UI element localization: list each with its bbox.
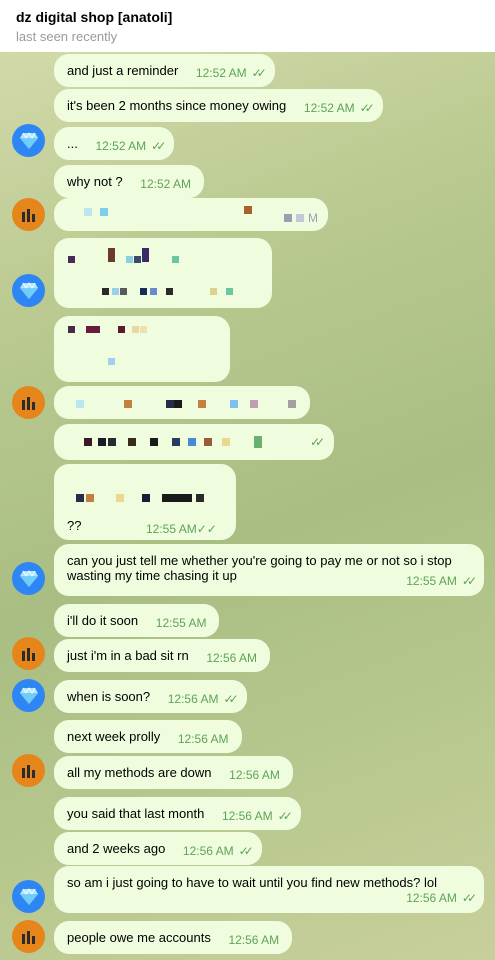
- shop-logo-icon: [21, 764, 35, 778]
- diamond-icon: [19, 281, 38, 299]
- message-meta: 12:56 AM: [228, 933, 279, 948]
- message-bubble[interactable]: so am i just going to have to wait until…: [54, 866, 484, 913]
- message-meta: 12:55 AM✓✓: [146, 522, 217, 536]
- message-bubble[interactable]: all my methods are down 12:56 AM: [54, 756, 293, 789]
- message-bubble[interactable]: can you just tell me whether you're goin…: [54, 544, 484, 596]
- message-time: 12:56 AM: [406, 891, 457, 905]
- chat-header[interactable]: dz digital shop [anatoli] last seen rece…: [0, 0, 495, 52]
- message-text: it's been 2 months since money owing: [67, 98, 287, 113]
- message-meta: 12:56 AM: [206, 651, 257, 666]
- message-time: 12:56 AM: [167, 692, 219, 706]
- message-text: so am i just going to have to wait until…: [67, 875, 437, 890]
- message-bubble[interactable]: when is soon? 12:56 AM ✓✓: [54, 680, 247, 713]
- message-time: 12:56 AM: [206, 651, 258, 665]
- message-text: and 2 weeks ago: [67, 841, 166, 856]
- read-receipt-icon: ✓✓: [251, 66, 267, 80]
- redacted-time-fragment: M: [308, 211, 318, 225]
- read-receipt-icon: ✓✓: [461, 574, 477, 588]
- diamond-icon: [19, 131, 38, 149]
- message-time: 12:56 AM: [182, 844, 234, 858]
- message-time: 12:56 AM: [177, 732, 229, 746]
- shop-logo-icon: [21, 208, 35, 222]
- message-meta: 12:52 AM ✓✓: [303, 101, 375, 116]
- message-bubble[interactable]: ... 12:52 AM ✓✓: [54, 127, 175, 160]
- read-receipt-icon: ✓✓: [238, 844, 254, 858]
- message-bubble[interactable]: next week prolly 12:56 AM: [54, 720, 242, 753]
- read-receipt-icon: ✓✓: [277, 809, 293, 823]
- user-avatar-diamond[interactable]: [12, 880, 45, 913]
- message-bubble[interactable]: and just a reminder 12:52 AM ✓✓: [54, 54, 275, 87]
- message-text: i'll do it soon: [67, 613, 139, 628]
- message-meta: 12:56 AM ✓✓: [221, 809, 293, 824]
- redacted-message: [54, 238, 272, 308]
- shop-avatar[interactable]: [12, 920, 45, 953]
- message-text: people owe me accounts: [67, 930, 211, 945]
- message-time: 12:55 AM: [406, 574, 457, 588]
- shop-logo-icon: [21, 396, 35, 410]
- message-text: why not ?: [67, 174, 123, 189]
- diamond-icon: [19, 569, 38, 587]
- redacted-message: [54, 316, 230, 382]
- message-meta: 12:55 AM ✓✓: [406, 574, 477, 589]
- read-receipt-icon: ✓✓: [461, 891, 477, 905]
- message-text: when is soon?: [67, 689, 151, 704]
- user-avatar-diamond[interactable]: [12, 679, 45, 712]
- message-bubble[interactable]: and 2 weeks ago 12:56 AM ✓✓: [54, 832, 262, 865]
- last-seen-status: last seen recently: [16, 29, 118, 44]
- message-bubble[interactable]: people owe me accounts 12:56 AM: [54, 921, 293, 954]
- message-time: 12:56 AM: [221, 809, 273, 823]
- message-time: 12:52 AM: [95, 139, 147, 153]
- message-meta: 12:55 AM: [156, 616, 207, 631]
- message-meta: 12:56 AM ✓✓: [182, 844, 254, 859]
- redacted-message: ?? 12:55 AM✓✓: [54, 464, 236, 540]
- message-meta: 12:52 AM ✓✓: [195, 66, 267, 81]
- message-time: 12:52 AM: [140, 177, 191, 191]
- read-receipt-icon: ✓✓: [151, 139, 166, 153]
- message-meta: 12:56 AM: [178, 732, 229, 747]
- shop-avatar[interactable]: [12, 198, 45, 231]
- diamond-icon: [19, 887, 38, 905]
- message-meta: 12:56 AM ✓✓: [167, 692, 239, 707]
- redacted-message: ✓✓: [54, 424, 334, 460]
- read-receipt-icon: ✓✓: [196, 522, 217, 536]
- read-receipt-icon: ✓✓: [310, 435, 325, 449]
- shop-avatar[interactable]: [12, 637, 45, 670]
- message-bubble[interactable]: i'll do it soon 12:55 AM: [54, 604, 220, 637]
- message-meta: 12:52 AM ✓✓: [95, 139, 166, 154]
- message-meta: 12:56 AM ✓✓: [406, 891, 477, 906]
- user-avatar-diamond[interactable]: [12, 274, 45, 307]
- message-bubble[interactable]: why not ? 12:52 AM: [54, 165, 204, 198]
- message-text: ...: [67, 136, 78, 151]
- message-text: just i'm in a bad sit rn: [67, 648, 189, 663]
- message-bubble[interactable]: you said that last month 12:56 AM ✓✓: [54, 797, 301, 830]
- message-time: 12:56 AM: [228, 933, 280, 947]
- chat-title: dz digital shop [anatoli]: [16, 9, 173, 25]
- read-receipt-icon: ✓✓: [223, 692, 238, 706]
- message-time: 12:55 AM: [146, 522, 197, 536]
- message-text: and just a reminder: [67, 63, 179, 78]
- user-avatar-diamond[interactable]: [12, 124, 45, 157]
- user-avatar-diamond[interactable]: [12, 562, 45, 595]
- message-bubble[interactable]: it's been 2 months since money owing 12:…: [54, 89, 383, 122]
- message-text: can you just tell me whether you're goin…: [67, 553, 452, 583]
- message-time: 12:52 AM: [195, 66, 247, 80]
- message-text: all my methods are down: [67, 765, 212, 780]
- shop-avatar[interactable]: [12, 754, 45, 787]
- message-time: 12:56 AM: [229, 768, 280, 782]
- redacted-message: [54, 386, 310, 419]
- message-time: 12:55 AM: [155, 616, 207, 630]
- message-time: 12:52 AM: [303, 101, 355, 115]
- shop-logo-icon: [21, 930, 35, 944]
- shop-avatar[interactable]: [12, 386, 45, 419]
- message-bubble[interactable]: just i'm in a bad sit rn 12:56 AM: [54, 639, 271, 672]
- redacted-message: M: [54, 198, 328, 231]
- message-meta: 12:56 AM: [229, 768, 280, 783]
- shop-logo-icon: [21, 647, 35, 661]
- message-text: you said that last month: [67, 806, 205, 821]
- read-receipt-icon: ✓✓: [359, 101, 375, 115]
- message-text: ??: [67, 518, 82, 533]
- message-meta: 12:52 AM: [140, 177, 191, 192]
- diamond-icon: [19, 686, 38, 704]
- message-text: next week prolly: [67, 729, 161, 744]
